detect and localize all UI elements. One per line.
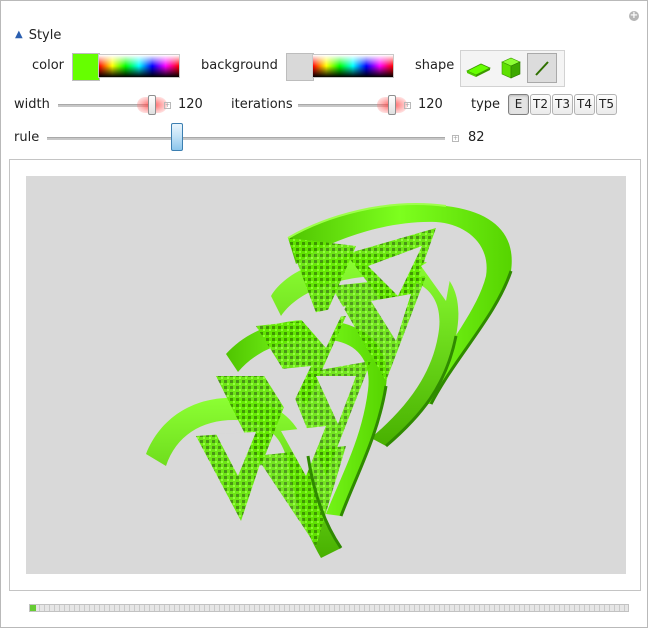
style-section-label: Style xyxy=(28,27,62,43)
style-controls: color background shape xyxy=(20,50,565,87)
rule-value: 82 xyxy=(468,130,485,145)
shape-selector xyxy=(460,50,565,87)
rule-slider-track[interactable] xyxy=(47,137,445,140)
type-button-t2[interactable]: T2 xyxy=(530,94,551,115)
width-slider-thumb[interactable] xyxy=(148,95,156,115)
width-slider-expand-icon[interactable]: + xyxy=(164,102,171,109)
rule-row: rule + 82 xyxy=(0,123,648,151)
output-panel xyxy=(9,159,641,591)
chevron-up-icon: ▲ xyxy=(15,28,23,40)
plus-icon[interactable]: + xyxy=(629,11,639,21)
shape-label: shape xyxy=(415,58,455,73)
type-button-e[interactable]: E xyxy=(508,94,529,115)
rule-slider-expand-icon[interactable]: + xyxy=(452,135,459,142)
width-iterations-type-row: width + 120 iterations + 120 type E T2 T… xyxy=(0,93,648,117)
animation-progress-fill xyxy=(30,605,36,611)
type-label: type xyxy=(471,97,501,112)
iterations-value: 120 xyxy=(418,97,443,112)
line-shape-icon xyxy=(535,61,549,76)
animation-progress-bar[interactable] xyxy=(29,604,629,612)
polygon-shape-icon xyxy=(466,63,491,77)
3d-graphic-viewport[interactable] xyxy=(26,176,626,574)
shape-polygon-button[interactable] xyxy=(463,53,493,83)
color-swatch[interactable] xyxy=(72,53,100,81)
background-label: background xyxy=(201,58,278,73)
background-swatch[interactable] xyxy=(286,53,314,81)
shape-cube-button[interactable] xyxy=(495,53,525,83)
cellular-automaton-3d-graphic xyxy=(146,203,513,558)
type-button-t5[interactable]: T5 xyxy=(596,94,617,115)
iterations-label: iterations xyxy=(231,97,293,112)
type-selector: E T2 T3 T4 T5 xyxy=(508,94,620,116)
width-value: 120 xyxy=(178,97,203,112)
iterations-slider-thumb[interactable] xyxy=(388,95,396,115)
width-label: width xyxy=(14,97,50,112)
color-label: color xyxy=(32,58,65,73)
rule-label: rule xyxy=(14,130,40,145)
cube-shape-icon xyxy=(501,57,521,79)
background-spectrum-picker[interactable] xyxy=(312,54,394,78)
color-spectrum-picker[interactable] xyxy=(98,54,180,78)
rule-slider-thumb[interactable] xyxy=(171,123,183,151)
shape-line-button[interactable] xyxy=(527,53,557,83)
type-button-t4[interactable]: T4 xyxy=(574,94,595,115)
type-button-t3[interactable]: T3 xyxy=(552,94,573,115)
iterations-slider-expand-icon[interactable]: + xyxy=(404,102,411,109)
style-section-toggle[interactable]: ▲ Style xyxy=(15,27,61,43)
